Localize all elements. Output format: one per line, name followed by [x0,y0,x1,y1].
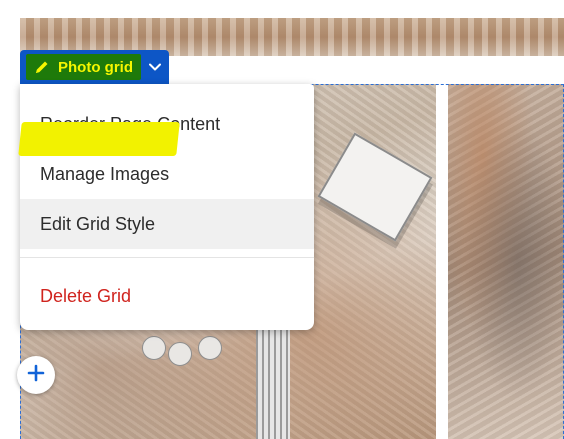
plus-icon [27,364,45,387]
photo-grid-label-button[interactable]: Photo grid [26,54,141,80]
menu-item-label: Delete Grid [40,285,132,306]
expand-menu-button[interactable] [141,50,169,84]
menu-item-manage-images[interactable]: Manage Images [20,149,314,199]
add-block-button[interactable] [17,356,55,394]
menu-item-label: Manage Images [40,163,170,184]
photo-grid-label: Photo grid [58,58,133,76]
menu-item-edit-grid-style[interactable]: Edit Grid Style [20,199,314,249]
pencil-icon [34,59,50,75]
page-canvas: Photo grid Reorder Page Content Manage I… [0,0,564,439]
chevron-down-icon [149,58,161,76]
grid-photo-2[interactable] [448,84,564,439]
menu-divider [20,257,314,258]
menu-item-label: Edit Grid Style [40,213,156,234]
highlight-annotation [18,122,180,156]
menu-item-delete-grid[interactable]: Delete Grid [20,271,314,321]
photo-grid-toolbar[interactable]: Photo grid [20,50,169,84]
photo-grid-menu: Reorder Page Content Manage Images Edit … [20,84,314,330]
